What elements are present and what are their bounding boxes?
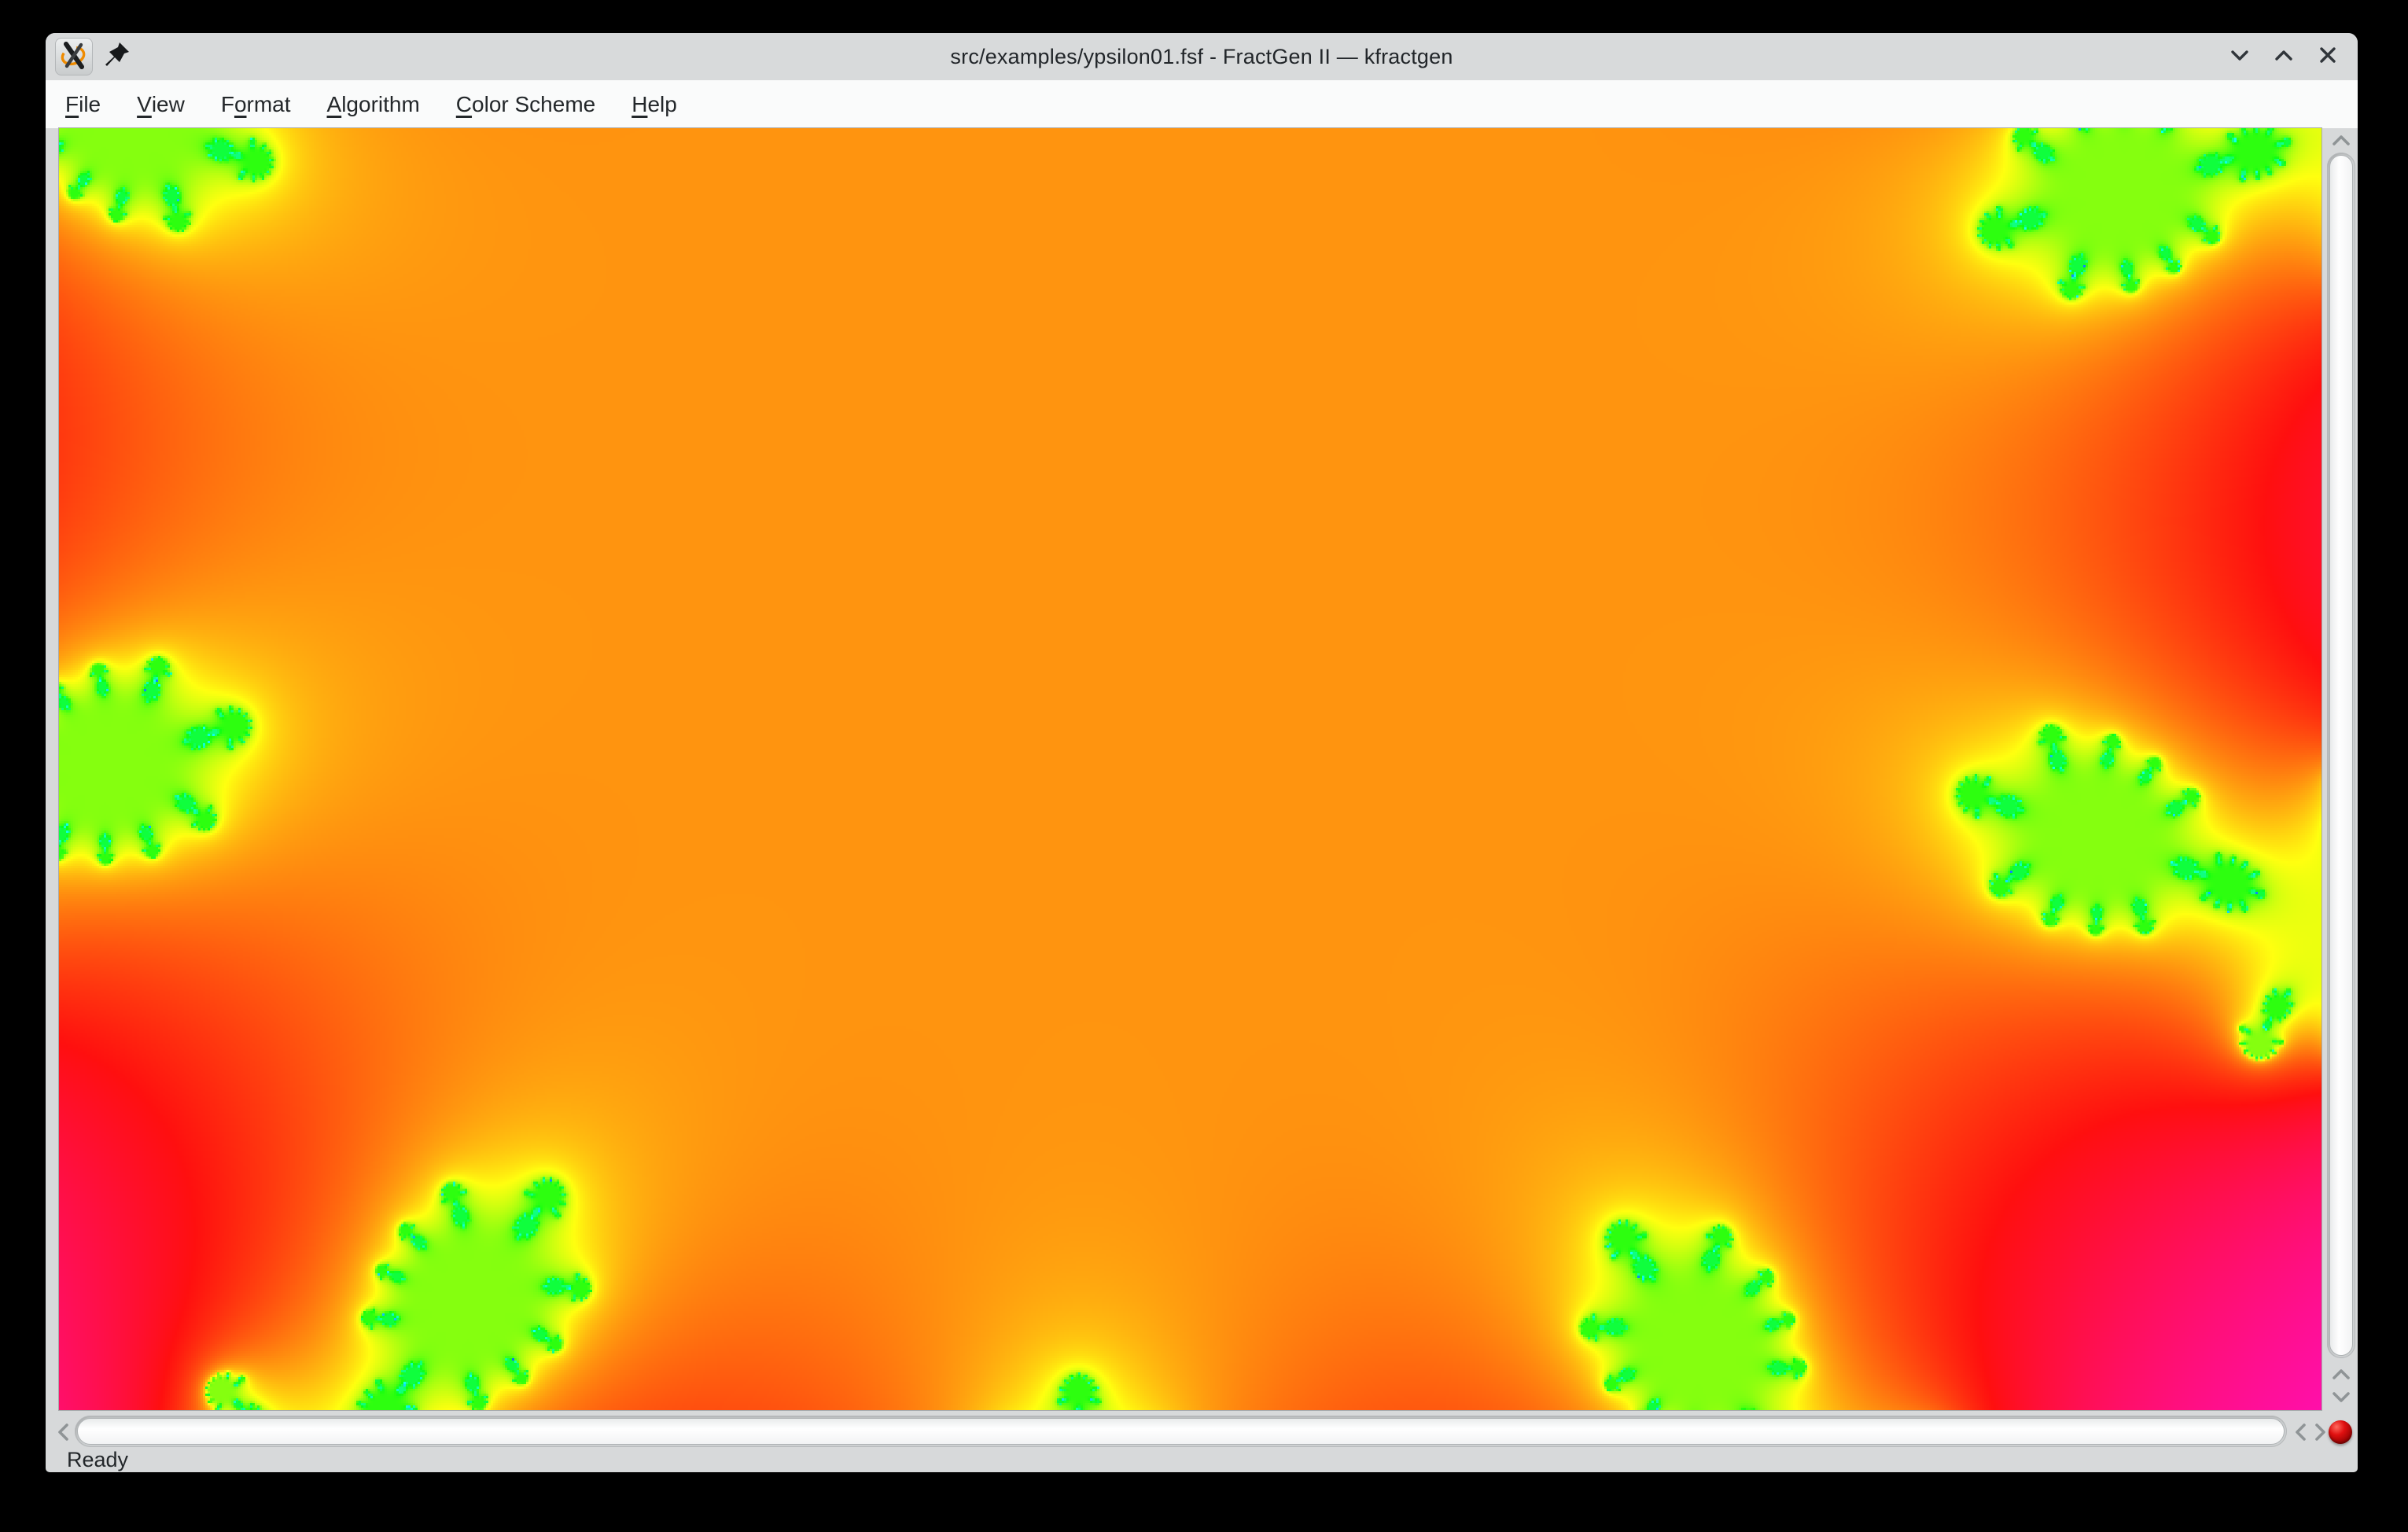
menu-item-algorithm[interactable]: Algorithm xyxy=(309,80,438,128)
chevron-left-icon xyxy=(2293,1421,2309,1443)
chevron-down-icon xyxy=(2226,42,2253,72)
status-bar: Ready xyxy=(46,1447,2358,1472)
vertical-scroll-thumb[interactable] xyxy=(2329,155,2353,1356)
horizontal-scroll-left-button[interactable] xyxy=(53,1420,74,1444)
vertical-scroll-down-button[interactable] xyxy=(2329,1387,2354,1406)
horizontal-scroll-left-button-2[interactable] xyxy=(2292,1420,2310,1444)
minimize-button[interactable] xyxy=(2224,41,2255,72)
menu-item-label: F xyxy=(221,92,234,117)
close-button[interactable] xyxy=(2312,41,2344,72)
menu-bar: File View Format Algorithm Color Scheme … xyxy=(46,80,2358,128)
window-title: src/examples/ypsilon01.fsf - FractGen II… xyxy=(46,33,2358,80)
horizontal-scroll-right-button[interactable] xyxy=(2310,1420,2329,1444)
status-led-indicator xyxy=(2329,1420,2352,1444)
chevron-up-icon xyxy=(2330,133,2352,149)
fractal-canvas[interactable] xyxy=(59,128,2321,1410)
maximize-button[interactable] xyxy=(2268,41,2299,72)
title-bar[interactable]: src/examples/ypsilon01.fsf - FractGen II… xyxy=(46,33,2358,80)
menu-item-format[interactable]: Format xyxy=(203,80,309,128)
menu-item-view[interactable]: View xyxy=(119,80,203,128)
chevron-down-icon xyxy=(2330,1389,2352,1405)
menu-item-help[interactable]: Help xyxy=(613,80,695,128)
chevron-up-icon xyxy=(2270,42,2297,72)
menu-item-file[interactable]: File xyxy=(47,80,119,128)
close-icon xyxy=(2314,42,2341,72)
window-controls xyxy=(2224,33,2344,80)
desktop: { "window": { "title": "src/examples/yps… xyxy=(0,0,2408,1532)
horizontal-scroll-thumb[interactable] xyxy=(77,1418,2285,1445)
chevron-right-icon xyxy=(2312,1421,2328,1443)
vertical-scroll-up-button-2[interactable] xyxy=(2329,1365,2354,1384)
fractal-viewport xyxy=(59,128,2321,1410)
horizontal-scrollbar[interactable] xyxy=(75,1416,2287,1447)
app-window: src/examples/ypsilon01.fsf - FractGen II… xyxy=(46,33,2358,1472)
chevron-up-icon xyxy=(2330,1367,2352,1383)
chevron-left-icon xyxy=(56,1421,72,1443)
vertical-scrollbar[interactable] xyxy=(2327,153,2355,1358)
menu-item-color-scheme[interactable]: Color Scheme xyxy=(438,80,613,128)
vertical-scroll-up-button[interactable] xyxy=(2329,131,2354,151)
status-message: Ready xyxy=(67,1448,128,1472)
